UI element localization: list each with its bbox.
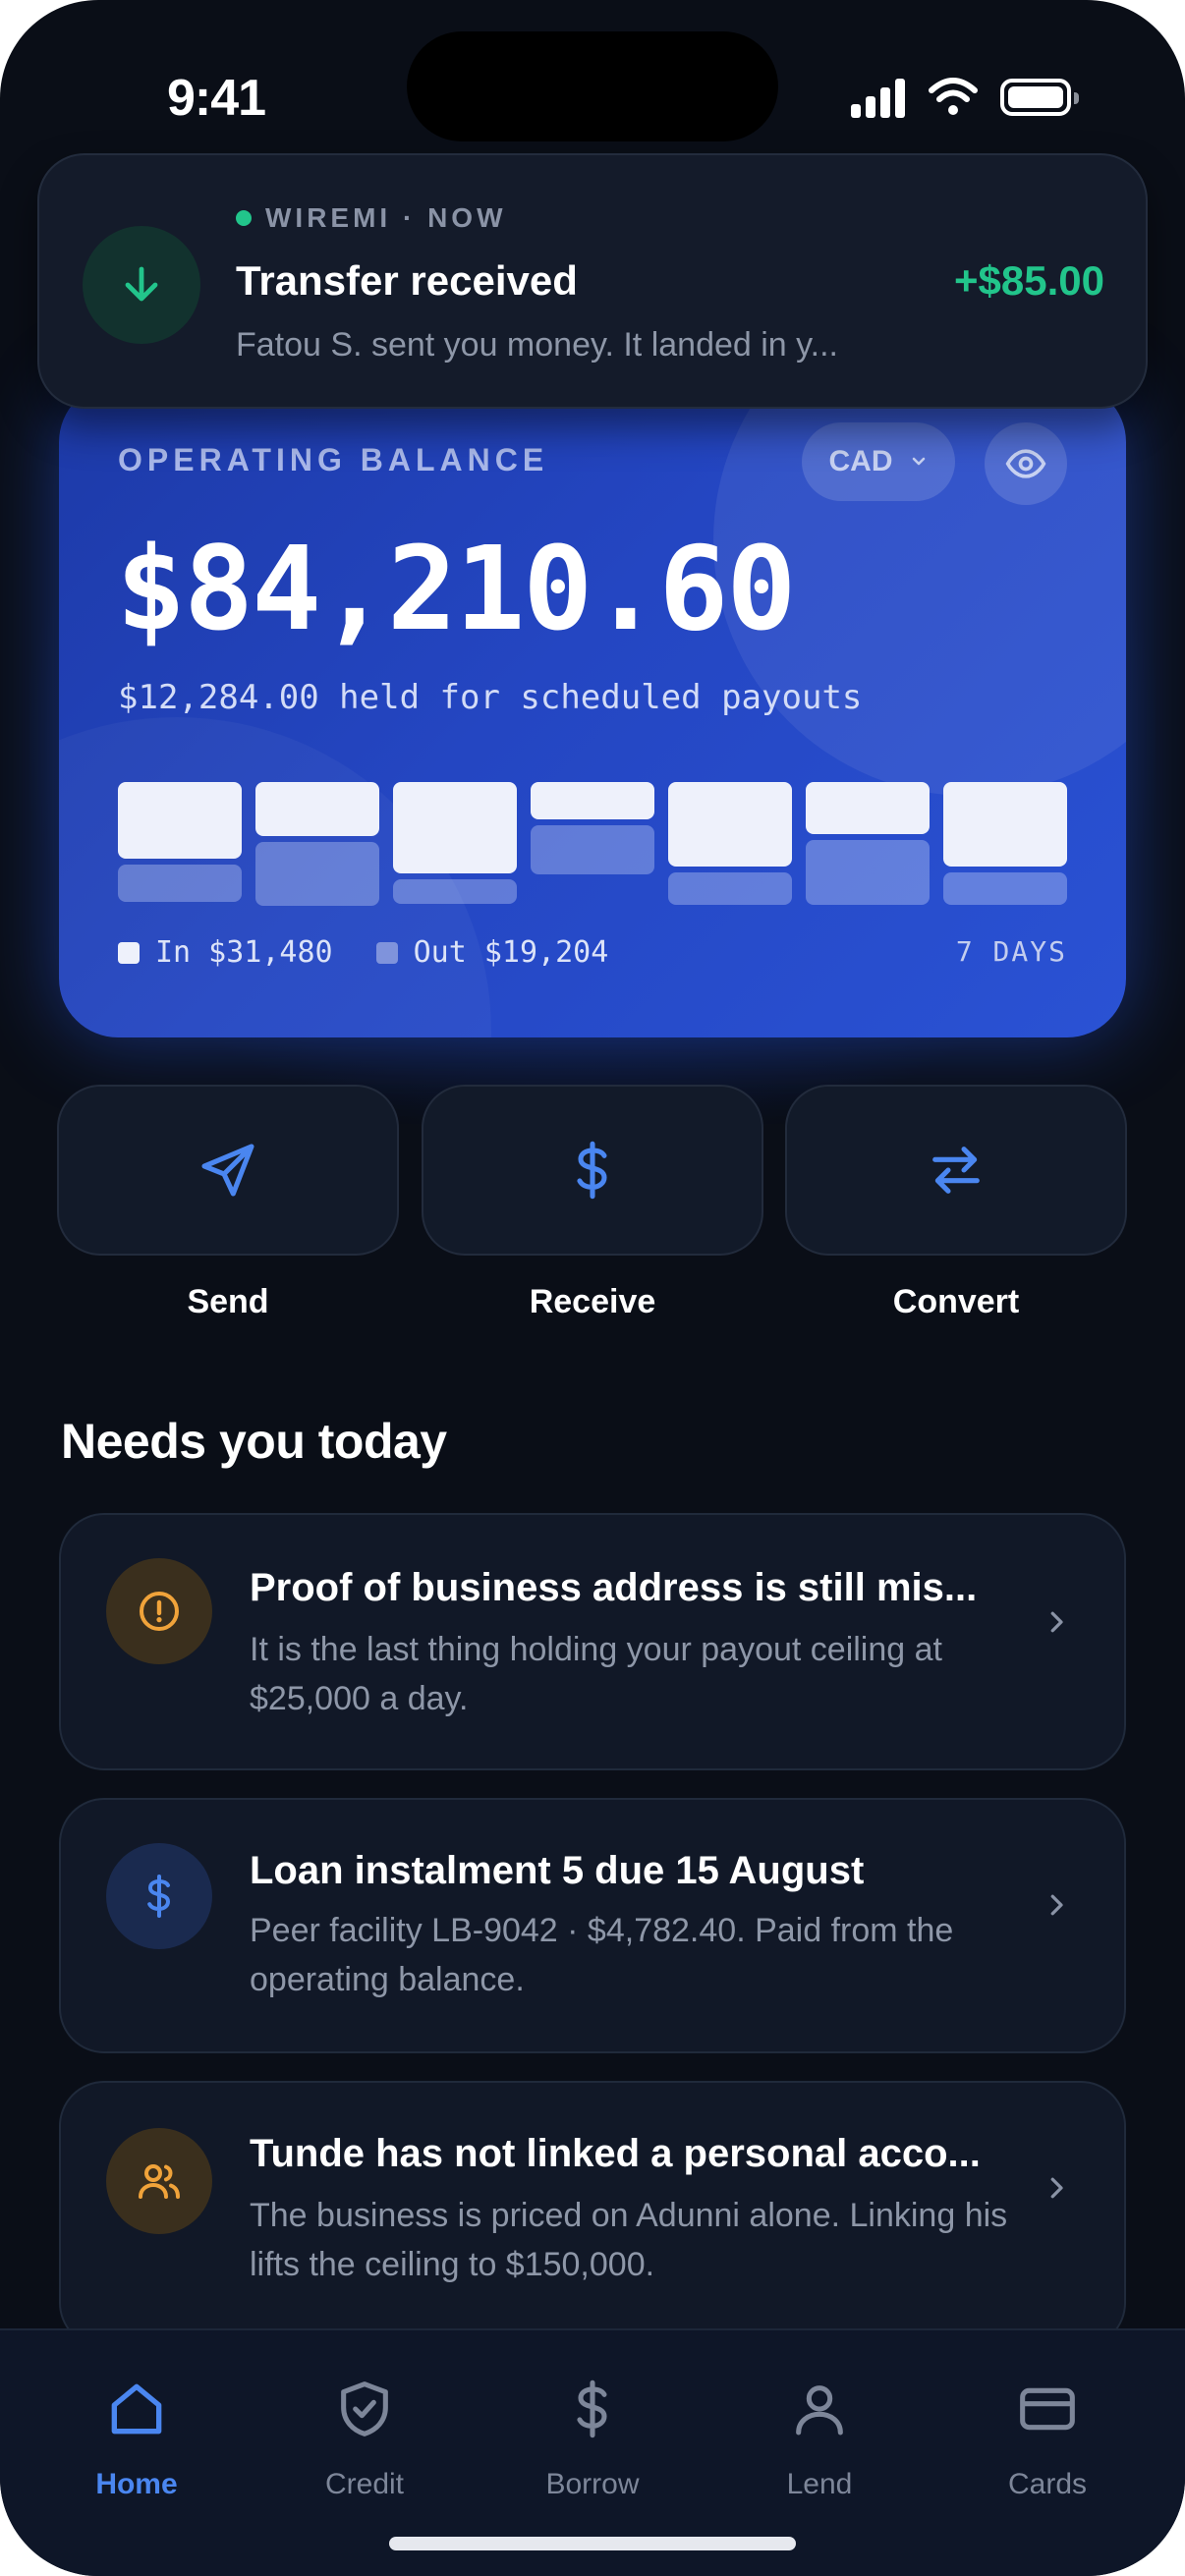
chevron-right-icon bbox=[1050, 2177, 1063, 2199]
dynamic-island bbox=[407, 31, 778, 141]
chart-period: 7 DAYS bbox=[955, 935, 1067, 968]
users-icon bbox=[106, 2128, 212, 2234]
balance-amount: $84,210.60 bbox=[116, 521, 796, 656]
home-icon bbox=[111, 2383, 162, 2435]
bar-in bbox=[943, 782, 1067, 867]
flow-chart bbox=[118, 782, 1067, 906]
notification-body: Fatou S. sent you money. It landed in y.… bbox=[236, 326, 838, 364]
tab-credit-label: Credit bbox=[324, 2468, 405, 2500]
bar-in bbox=[806, 782, 930, 834]
notification-app: WIREMI · NOW bbox=[236, 202, 507, 234]
notification-app-label: WIREMI · NOW bbox=[265, 202, 507, 233]
bar-out bbox=[118, 865, 242, 902]
section-title: Needs you today bbox=[61, 1414, 447, 1469]
bar-out bbox=[393, 879, 517, 904]
convert-icon bbox=[932, 1147, 980, 1194]
shield-check-icon bbox=[341, 2381, 388, 2436]
send-button[interactable] bbox=[57, 1085, 399, 1256]
notification-title: Transfer received bbox=[236, 257, 578, 304]
dollar-icon bbox=[577, 2380, 607, 2438]
currency-selector[interactable]: CAD bbox=[802, 422, 955, 501]
chevron-right-icon bbox=[1050, 1894, 1063, 1916]
legend-swatch-in bbox=[118, 941, 140, 964]
chevron-right-icon bbox=[1050, 1611, 1063, 1633]
bar-out bbox=[255, 842, 379, 906]
bar-out bbox=[668, 872, 792, 905]
tab-home-label: Home bbox=[95, 2468, 178, 2500]
currency-label: CAD bbox=[828, 445, 893, 477]
task-card[interactable]: Proof of business address is still mis..… bbox=[59, 1513, 1126, 1770]
bar-in bbox=[118, 782, 242, 859]
tab-lend-label: Lend bbox=[786, 2468, 853, 2500]
tab-cards[interactable]: Cards bbox=[969, 2370, 1126, 2501]
balance-card[interactable]: OPERATING BALANCE CAD $84,210.60 $12,284… bbox=[59, 383, 1126, 1037]
bar-in bbox=[255, 782, 379, 836]
legend-swatch-out bbox=[375, 941, 398, 964]
card-icon bbox=[1020, 2387, 1075, 2431]
convert-button[interactable] bbox=[785, 1085, 1127, 1256]
dollar-icon bbox=[106, 1843, 212, 1949]
chart-legend: In $31,480 Out $19,204 bbox=[118, 935, 608, 970]
eye-icon bbox=[1005, 449, 1046, 478]
convert-label: Convert bbox=[892, 1283, 1020, 1320]
bar-in bbox=[393, 782, 517, 873]
send-icon bbox=[201, 1144, 254, 1197]
wifi-icon bbox=[929, 78, 978, 115]
chevron-down-icon bbox=[912, 457, 925, 466]
tab-lend[interactable]: Lend bbox=[741, 2370, 898, 2501]
task-title: Proof of business address is still mis..… bbox=[250, 1566, 978, 1609]
status-dot bbox=[236, 210, 252, 226]
task-body: The business is priced on Adunni alone. … bbox=[250, 2197, 1008, 2283]
battery-icon bbox=[1000, 79, 1079, 116]
phone-screen: 9:41 WIREMI · NOW Transfer received +$85… bbox=[0, 0, 1185, 2576]
bar-out bbox=[943, 872, 1067, 905]
send-label: Send bbox=[187, 1283, 269, 1320]
balance-label: OPERATING BALANCE bbox=[118, 442, 549, 477]
arrow-down-icon bbox=[83, 226, 200, 344]
user-icon bbox=[796, 2385, 843, 2436]
notification-amount: +$85.00 bbox=[954, 257, 1104, 304]
tab-home[interactable]: Home bbox=[58, 2370, 215, 2501]
receive-label: Receive bbox=[529, 1283, 656, 1320]
task-title: Loan instalment 5 due 15 August bbox=[250, 1849, 865, 1892]
tab-credit[interactable]: Credit bbox=[286, 2370, 443, 2501]
task-card[interactable]: Loan instalment 5 due 15 August Peer fac… bbox=[59, 1798, 1126, 2053]
bar-out bbox=[531, 825, 654, 874]
notification-banner[interactable]: WIREMI · NOW Transfer received +$85.00 F… bbox=[37, 153, 1148, 409]
task-title: Tunde has not linked a personal acco... bbox=[250, 2132, 981, 2175]
legend-out: Out $19,204 bbox=[413, 935, 609, 970]
held-amount: $12,284.00 held for scheduled payouts bbox=[118, 678, 863, 717]
task-body: Peer facility LB-9042 · $4,782.40. Paid … bbox=[250, 1912, 954, 1998]
legend-in: In $31,480 bbox=[155, 935, 333, 970]
signal-icon bbox=[851, 79, 906, 118]
task-card[interactable]: Tunde has not linked a personal acco... … bbox=[59, 2081, 1126, 2348]
bar-in bbox=[531, 782, 654, 819]
tab-borrow[interactable]: Borrow bbox=[514, 2370, 671, 2501]
receive-button[interactable] bbox=[422, 1085, 763, 1256]
bar-out bbox=[806, 840, 930, 905]
tab-cards-label: Cards bbox=[1007, 2468, 1088, 2500]
tab-borrow-label: Borrow bbox=[545, 2468, 640, 2500]
dollar-icon bbox=[577, 1141, 607, 1200]
alert-icon bbox=[106, 1558, 212, 1664]
status-time: 9:41 bbox=[167, 70, 266, 127]
task-body: It is the last thing holding your payout… bbox=[250, 1631, 942, 1717]
visibility-toggle[interactable] bbox=[985, 422, 1067, 505]
bar-in bbox=[668, 782, 792, 867]
home-indicator bbox=[389, 2537, 796, 2550]
